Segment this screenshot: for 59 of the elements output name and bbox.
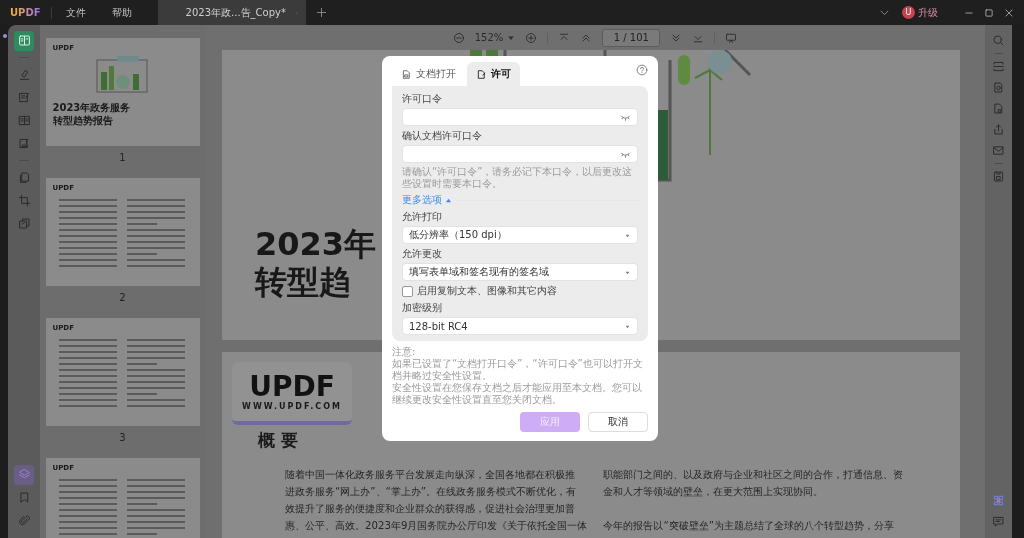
note-text: 如果已设置了“文档打开口令”，“许可口令”也可以打开文档并略过安全性设置。 bbox=[392, 358, 644, 382]
avatar[interactable]: U bbox=[902, 6, 915, 19]
menu-item[interactable]: 帮助 bbox=[111, 5, 132, 20]
checkbox[interactable] bbox=[402, 285, 413, 297]
field-label: 允许更改 bbox=[402, 247, 443, 261]
thumbnail-title: 2023年政务服务 bbox=[52, 102, 132, 113]
paragraph: 随着中国一体化政务服务平台发展走向纵深，全国各地都在积极推 进政务服务“网上办”、“掌上办”。在线政务服务模式不断优化，有 效提升了服务的便捷度和企业群众的获得感，促进社会治理更加普 惠、公平、高效。2023年9月国务院办公厅印发《关于依托全国一体 bbox=[285, 468, 588, 533]
paragraph: 今年的报告以“突破壁垒”为主题总结了全球的八个转型趋势，分享 bbox=[603, 519, 895, 533]
dropdown[interactable]: 填写表单域和签名现有的签名域 bbox=[402, 263, 638, 281]
app-logo: UPDF bbox=[10, 7, 41, 18]
mail-icon[interactable] bbox=[992, 144, 1005, 157]
document-tab[interactable]: 2023年政...告_Copy* bbox=[157, 0, 306, 25]
convert-icon[interactable] bbox=[992, 81, 1005, 94]
panel-handle[interactable] bbox=[3, 34, 7, 38]
search-icon[interactable] bbox=[992, 34, 1005, 47]
document-title: 2023年 bbox=[255, 225, 377, 263]
share-icon[interactable] bbox=[992, 123, 1005, 136]
dropdown[interactable]: 低分辨率（150 dpi） bbox=[402, 226, 638, 244]
page-number: 3 bbox=[119, 432, 126, 443]
paragraph: 职能部门之间的、以及政府与企业和社区之间的合作，打通信息、资 金和人才等领域的壁垒，在更大范围上实现协同。 bbox=[603, 468, 904, 499]
dialog-tab[interactable]: 许可 bbox=[467, 62, 520, 86]
password-field[interactable] bbox=[402, 108, 638, 126]
document-icon[interactable] bbox=[992, 102, 1005, 115]
maximize-icon[interactable] bbox=[984, 7, 994, 18]
help-icon[interactable] bbox=[636, 64, 648, 76]
page-number: 1 bbox=[119, 152, 126, 163]
page-number: 2 bbox=[119, 292, 126, 303]
plus-icon[interactable] bbox=[315, 7, 327, 18]
upgrade-link[interactable]: 升级 bbox=[918, 5, 938, 20]
dropdown[interactable]: 128-bit RC4 bbox=[402, 317, 638, 335]
note-title: 注意: bbox=[392, 346, 417, 358]
presentation-icon[interactable] bbox=[725, 31, 738, 44]
zoom-out-icon[interactable] bbox=[452, 31, 465, 44]
field-label: 许可口令 bbox=[402, 92, 443, 106]
document-title: 转型趋 bbox=[255, 263, 351, 301]
field-label: 允许打印 bbox=[402, 210, 443, 224]
caret-icon bbox=[445, 196, 452, 204]
zoom-in-icon[interactable] bbox=[525, 31, 538, 44]
password-field[interactable] bbox=[402, 145, 638, 163]
checkbox-label: 启用复制文本、图像和其它内容 bbox=[417, 284, 557, 298]
caret-icon[interactable] bbox=[507, 33, 516, 42]
field-label: 加密级别 bbox=[402, 301, 443, 315]
section-heading: 概 要 bbox=[258, 429, 298, 452]
comment-icon[interactable] bbox=[992, 515, 1005, 528]
document-pen-icon bbox=[476, 68, 487, 80]
website-url: WWW.UPDF.COM bbox=[242, 402, 342, 411]
save-icon[interactable] bbox=[992, 170, 1005, 183]
menu-item[interactable]: 文件 bbox=[65, 5, 86, 20]
thumbnail-title: 转型趋势报告 bbox=[52, 115, 114, 126]
note-text: 安全性设置在您保存文档之后才能应用至本文档。您可以继续更改安全性设置直至您关闭文档。 bbox=[392, 382, 643, 406]
document-lock-icon bbox=[401, 68, 412, 80]
field-label: 确认文档许可口令 bbox=[402, 129, 483, 143]
brand-logo: UPDF bbox=[249, 372, 335, 402]
ai-assistant-icon[interactable] bbox=[992, 494, 1005, 507]
ocr-icon[interactable] bbox=[992, 60, 1005, 73]
hint-text: 请确认“许可口令”，请务必记下本口令，以后更改这些设置时需要本口令。 bbox=[402, 166, 634, 190]
dialog-tab[interactable]: 文档打开 bbox=[392, 62, 465, 86]
cancel-button[interactable]: 取消 bbox=[588, 412, 648, 432]
page-field[interactable]: 1 / 101 bbox=[602, 28, 661, 47]
